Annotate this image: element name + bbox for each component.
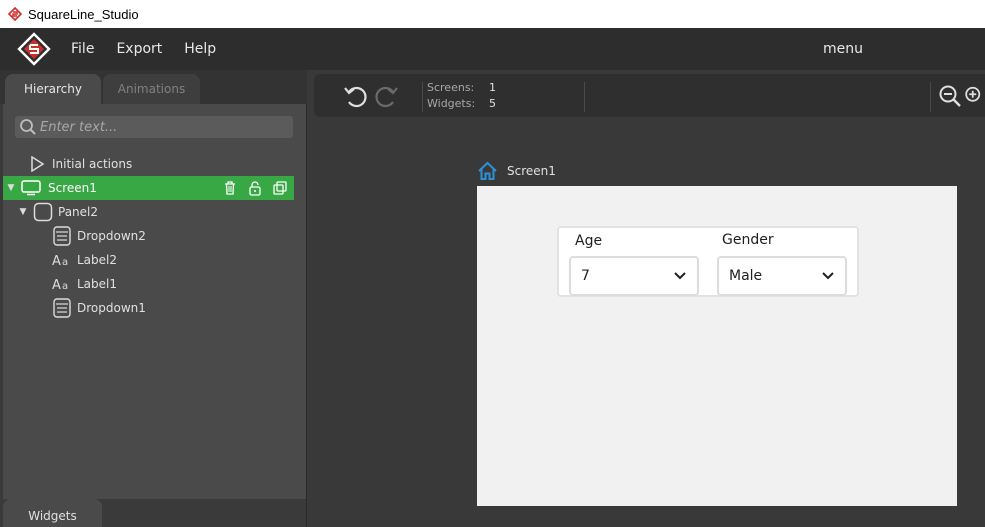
tab-hierarchy[interactable]: Hierarchy: [5, 74, 101, 104]
age-dropdown[interactable]: 7: [569, 256, 699, 296]
zoom-in-icon: [965, 86, 981, 102]
svg-text:a: a: [62, 257, 68, 267]
label-icon: Aa: [52, 274, 72, 294]
undo-button[interactable]: [342, 82, 370, 110]
duplicate-icon[interactable]: [272, 180, 288, 196]
screen-icon: [19, 178, 43, 198]
toolbar-divider: [584, 82, 585, 112]
dropdown-icon: [52, 298, 72, 318]
trash-icon[interactable]: [222, 180, 238, 196]
zoom-in-button[interactable]: [964, 82, 985, 110]
dropdown-icon: [52, 226, 72, 246]
tree-item-label: Screen1: [48, 181, 97, 195]
breadcrumb[interactable]: Screen1: [477, 161, 556, 181]
menu-label[interactable]: menu: [823, 41, 863, 57]
search-box[interactable]: [15, 116, 293, 138]
tree-item-label: Label2: [77, 253, 118, 267]
age-dropdown-value: 7: [581, 268, 590, 284]
home-icon: [478, 161, 497, 180]
toolbar-divider: [930, 82, 931, 112]
svg-text:a: a: [62, 281, 68, 291]
tree-item-screen1[interactable]: ▼ Screen1: [3, 176, 294, 200]
search-input[interactable]: [40, 119, 280, 135]
tree-item-label: Panel2: [58, 205, 99, 219]
play-icon: [27, 154, 47, 174]
chevron-down-icon: [822, 272, 834, 280]
gender-dropdown[interactable]: Male: [717, 256, 847, 296]
age-label[interactable]: Age: [575, 233, 602, 249]
redo-icon: [375, 86, 398, 108]
svg-text:A: A: [52, 254, 61, 267]
panel-icon: [33, 202, 53, 222]
zoom-out-icon: [939, 85, 961, 107]
window-title: SquareLine_Studio: [28, 6, 139, 22]
tree-item-label: Dropdown2: [77, 229, 146, 243]
tree-item-label: Initial actions: [52, 157, 133, 171]
hierarchy-panel: Initial actions ▼ Screen1 ▼ Panel2: [3, 104, 306, 499]
canvas-stats: Screens: 1 Widgets: 5: [427, 80, 496, 112]
panel-tabs: Hierarchy Animations: [0, 70, 307, 104]
expand-arrow-icon[interactable]: ▼: [3, 183, 19, 193]
unlock-icon[interactable]: [247, 180, 263, 196]
menubar: File Export Help menu: [0, 28, 985, 70]
search-icon: [20, 119, 36, 135]
panel2-widget[interactable]: Age Gender 7 Male: [557, 226, 859, 297]
window-titlebar: SquareLine_Studio: [0, 0, 985, 28]
tab-animations[interactable]: Animations: [103, 74, 200, 104]
menu-file[interactable]: File: [71, 41, 94, 57]
undo-icon: [344, 86, 367, 108]
widgets-count: 5: [489, 97, 496, 110]
tree-item-label2[interactable]: Aa Label2: [3, 248, 294, 272]
app-icon: [8, 7, 22, 21]
redo-button[interactable]: [372, 82, 400, 110]
tree-item-label1[interactable]: Aa Label1: [3, 272, 294, 296]
tree-item-label: Label1: [77, 277, 118, 291]
tree-item-panel2[interactable]: ▼ Panel2: [3, 200, 294, 224]
tab-widgets[interactable]: Widgets: [3, 499, 102, 527]
tree-item-label: Dropdown1: [77, 301, 146, 315]
svg-text:A: A: [52, 278, 61, 291]
expand-arrow-icon[interactable]: ▼: [17, 207, 29, 217]
tree-item-dropdown2[interactable]: Dropdown2: [3, 224, 294, 248]
left-panel: Hierarchy Animations Initial actions ▼ S…: [0, 70, 307, 527]
menu-export[interactable]: Export: [116, 41, 162, 57]
screen-preview[interactable]: Age Gender 7 Male: [477, 186, 957, 506]
gender-dropdown-value: Male: [729, 268, 763, 284]
tree-item-dropdown1[interactable]: Dropdown1: [3, 296, 294, 320]
chevron-down-icon: [674, 272, 686, 280]
menu-help[interactable]: Help: [184, 41, 216, 57]
widgets-label: Widgets:: [427, 97, 476, 110]
tree-item-initial-actions[interactable]: Initial actions: [3, 152, 294, 176]
row-actions: [222, 180, 288, 196]
label-icon: Aa: [52, 250, 72, 270]
canvas-toolbar: Screens: 1 Widgets: 5: [314, 74, 985, 117]
toolbar-divider: [422, 82, 423, 112]
breadcrumb-screen: Screen1: [507, 164, 556, 178]
screens-count: 1: [489, 81, 496, 94]
screens-label: Screens:: [427, 81, 475, 94]
zoom-out-button[interactable]: [936, 82, 964, 110]
squareline-logo-icon: [17, 32, 51, 66]
gender-label[interactable]: Gender: [722, 232, 774, 248]
